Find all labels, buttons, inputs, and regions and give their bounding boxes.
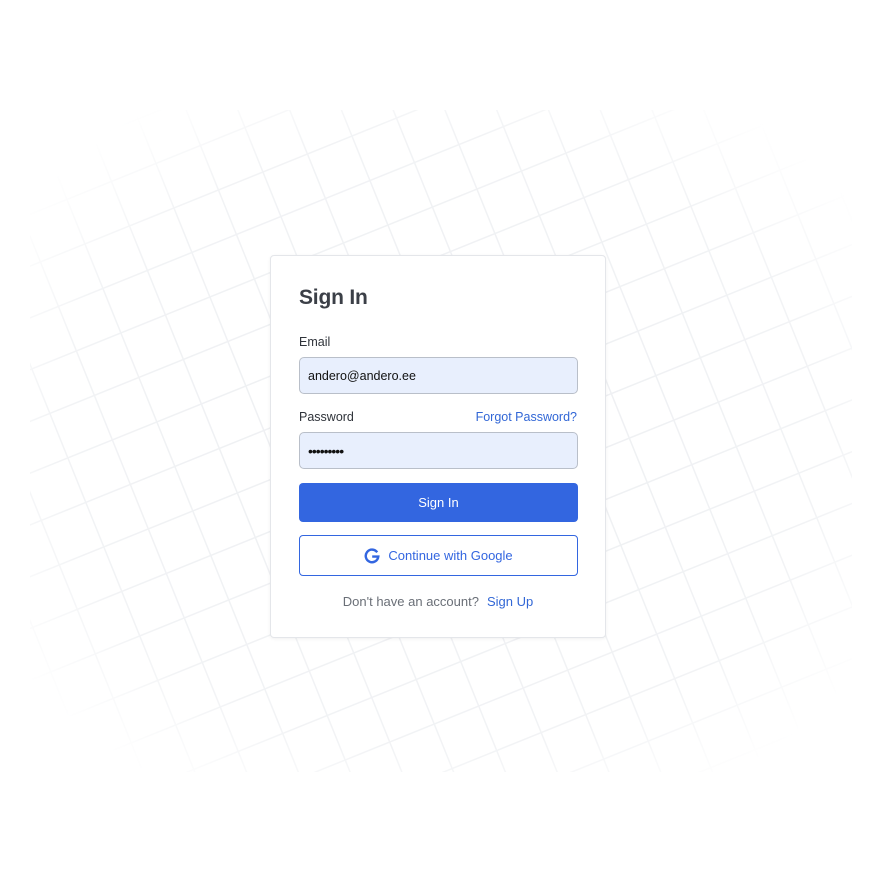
password-label: Password [299, 410, 354, 424]
signin-button[interactable]: Sign In [299, 483, 578, 522]
page-title: Sign In [299, 286, 368, 309]
continue-with-google-button[interactable]: Continue with Google [299, 535, 578, 576]
email-label: Email [299, 335, 331, 349]
signup-prompt: Don't have an account? Sign Up [271, 594, 605, 609]
signin-card: Sign In Email Password Forgot Password? … [270, 255, 606, 638]
email-field[interactable] [299, 357, 578, 394]
google-button-label: Continue with Google [388, 548, 513, 563]
signup-prompt-text: Don't have an account? [342, 594, 479, 609]
page: Sign In Email Password Forgot Password? … [0, 0, 884, 884]
password-field[interactable] [299, 432, 578, 469]
forgot-password-link[interactable]: Forgot Password? [476, 410, 577, 424]
google-icon [364, 547, 380, 564]
signup-link[interactable]: Sign Up [487, 594, 533, 609]
